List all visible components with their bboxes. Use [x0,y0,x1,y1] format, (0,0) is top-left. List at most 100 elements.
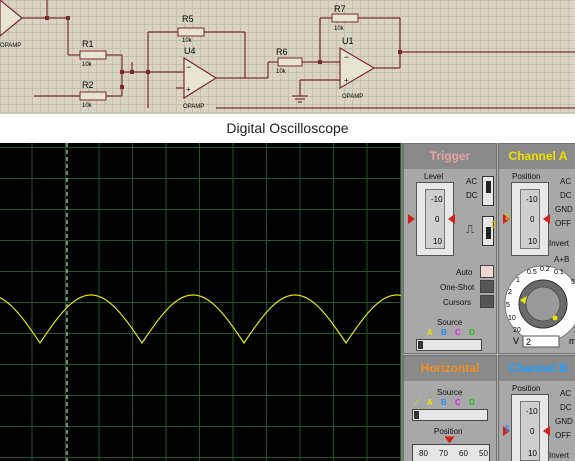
channel-a-off-label: OFF [555,219,571,228]
resistor-r1 [79,50,107,60]
horizontal-source-d: D [469,398,475,407]
resistor-r7 [331,13,359,23]
trigger-ac-label: AC [466,177,478,186]
channel-a-tick-top: -10 [526,195,538,204]
channel-a-invert-label: Invert [549,239,570,248]
control-panel: Trigger Level -10 0 10 AC DC ⎍ ⇕ Auto On… [401,143,575,461]
dial-label-3: 1 [516,277,520,284]
channel-a-volts-dial[interactable]: 0.5 0.2 0.1 1 2 5 10 20 50 2 V 2 m [503,262,575,352]
svg-text:−: − [344,52,349,62]
trigger-mode-cursors-label: Cursors [443,298,472,307]
oscilloscope-title-bar[interactable]: Digital Oscilloscope [0,113,575,143]
channel-a-trace [0,294,401,345]
channel-a-ac-label: AC [560,177,572,186]
svg-text:+: + [186,85,191,94]
horizontal-position-scale[interactable]: 80 70 60 50 [412,444,490,461]
u4-ref: U4 [184,46,196,56]
dial-label-8: 50 [571,279,575,286]
r1-value: 10k [82,62,93,68]
trigger-source-slider[interactable] [416,339,482,351]
channel-b-heading: Channel B [499,356,575,381]
channel-b-invert-label: Invert [549,451,570,460]
r2-value: 10k [82,103,93,109]
resistor-r5 [177,27,205,37]
dial-label-1: 0.2 [540,266,550,273]
r1-ref: R1 [82,39,94,49]
trigger-auto-button[interactable] [480,265,494,278]
channel-a-dc-label: DC [560,191,572,200]
window-title: Digital Oscilloscope [226,120,349,136]
scope-display[interactable] [0,143,401,461]
dial-label-4: 2 [508,289,512,296]
channel-a-unit-left: V [513,336,519,346]
trigger-level-marker-left [408,214,415,224]
trigger-source-label: Source [437,318,463,327]
schematic-canvas[interactable]: OPAMP R1 10k R2 10k R5 10k R6 10k R7 10k… [0,0,575,113]
r5-value: 10k [182,38,193,44]
horizontal-source-a: A [427,398,433,407]
horizontal-section: Horizontal Source ⟋ A B C D Position 80 … [403,355,497,461]
trigger-coupling-toggle[interactable] [482,176,494,206]
horizontal-scale-1: 70 [439,449,448,458]
channel-b-tick-mid: 0 [530,427,535,436]
trigger-level-label: Level [424,172,444,181]
trigger-mode-auto-label: Auto [456,268,473,277]
horizontal-scale-0: 80 [419,449,428,458]
channel-a-updown-icon: ⇕ [503,212,512,223]
channel-b-off-label: OFF [555,431,571,440]
channel-b-ac-label: AC [560,389,572,398]
r6-ref: R6 [276,47,288,57]
horizontal-source-c: C [455,398,461,407]
trigger-tick-mid: 0 [435,215,440,224]
trigger-mode-oneshot-label: One-Shot [440,283,475,292]
horizontal-source-slider[interactable] [412,409,488,421]
channel-b-gnd-label: GND [555,417,573,426]
horizontal-scale-3: 50 [479,449,488,458]
dial-label-5: 5 [506,302,510,309]
channel-a-marker-right [543,214,550,224]
trigger-dc-label: DC [466,191,478,200]
horizontal-source-b: B [441,398,447,407]
trigger-source-d: D [469,328,475,337]
channel-b-tick-top: -10 [526,407,538,416]
dial-label-0: 0.5 [527,269,537,276]
r7-value: 10k [334,26,345,32]
channel-b-section: Channel B Position -10 0 10 ⇕ AC DC GND … [498,355,575,461]
app-root: OPAMP R1 10k R2 10k R5 10k R6 10k R7 10k… [0,0,575,461]
svg-text:−: − [186,62,191,72]
trigger-edge-arrow-icon: ⇕ [489,220,498,231]
channel-a-tick-bottom: 10 [528,237,537,246]
channel-a-value-text: 2 [526,337,531,347]
r5-ref: R5 [182,14,194,24]
r7-ref: R7 [334,4,346,14]
horizontal-heading: Horizontal [404,356,496,381]
resistor-r6 [277,57,303,67]
resistor-r2 [79,91,107,101]
horizontal-ramp-icon: ⟋ [414,397,421,407]
u1-value: OPAMP [342,94,363,100]
u1-ref: U1 [342,36,354,46]
r6-value: 10k [276,69,287,75]
trigger-source-a: A [427,328,433,337]
channel-b-tick-bottom: 10 [528,449,537,458]
schematic-drawing: OPAMP R1 10k R2 10k R5 10k R6 10k R7 10k… [0,0,575,110]
channel-b-updown-icon: ⇕ [503,424,512,435]
trigger-edge-icon: ⎍ [466,222,475,236]
channel-a-unit-right: m [569,336,575,346]
trigger-source-b: B [441,328,447,337]
horizontal-position-label: Position [434,427,463,436]
opamp-partial-symbol [0,0,23,37]
trigger-source-c: C [455,328,461,337]
channel-a-gnd-label: GND [555,205,573,214]
horizontal-source-label: Source [437,388,463,397]
dial-label-6: 10 [508,315,516,322]
channel-a-position-label: Position [512,172,541,181]
dial-label-7: 20 [513,327,521,334]
channel-a-tick-mid: 0 [530,215,535,224]
svg-text:+: + [344,76,349,85]
trigger-cursors-button[interactable] [480,295,494,308]
trigger-oneshot-button[interactable] [480,280,494,293]
opamp-partial-label: OPAMP [0,43,21,49]
channel-a-heading: Channel A [499,144,575,169]
dial-label-2: 0.1 [554,269,564,276]
